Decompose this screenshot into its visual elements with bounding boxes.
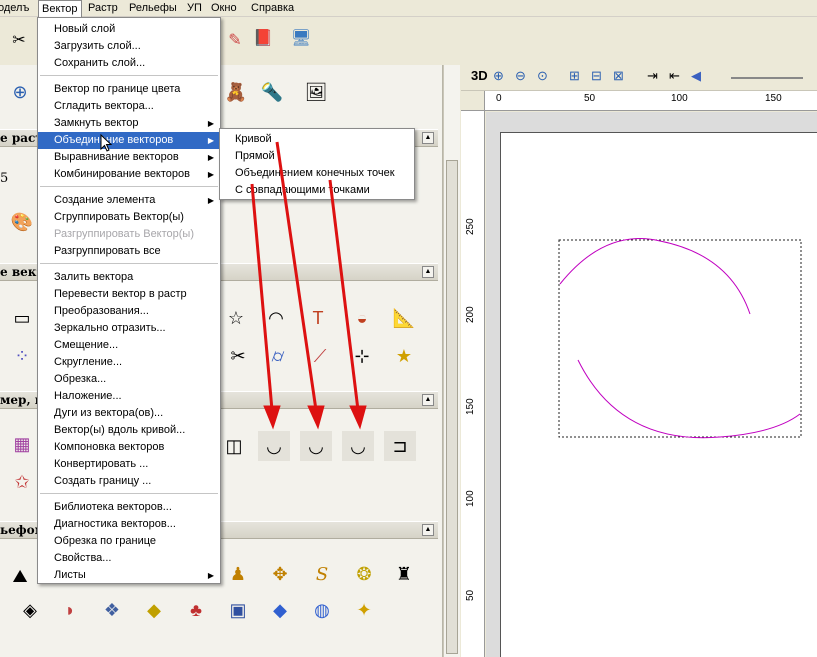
menu-item-create-element[interactable]: Создание элемента ▶	[38, 192, 220, 209]
menu-item-fillet[interactable]: Скругление...	[38, 354, 220, 371]
menu-item-align[interactable]: Выравнивание векторов ▶	[38, 149, 220, 166]
menu-item-to-raster[interactable]: Перевести вектор в растр	[38, 286, 220, 303]
menu-item-new-layer[interactable]: Новый слой	[38, 21, 220, 38]
join-vectors-submenu: Кривой Прямой Объединением конечных точе…	[219, 128, 415, 200]
submenu-arrow-icon: ▶	[207, 571, 214, 580]
menu-item-mirror[interactable]: Зеркально отразить...	[38, 320, 220, 337]
menu-item-trim[interactable]: Обрезка...	[38, 371, 220, 388]
menu-item-arcs[interactable]: Дуги из вектора(ов)...	[38, 405, 220, 422]
submenu-arrow-icon: ▶	[207, 119, 214, 128]
menu-item-library[interactable]: Библиотека векторов...	[38, 499, 220, 516]
submenu-item-coincident[interactable]: С совпадающими точками	[220, 182, 414, 199]
menu-item-combine[interactable]: Комбинирование векторов ▶	[38, 166, 220, 183]
menu-item-overlay[interactable]: Наложение...	[38, 388, 220, 405]
vector-menu: Новый слой Загрузить слой... Сохранить с…	[37, 17, 221, 584]
menu-item-close-vector[interactable]: Замкнуть вектор ▶	[38, 115, 220, 132]
menu-item-fill[interactable]: Залить вектора	[38, 269, 220, 286]
menu-item-convert[interactable]: Конвертировать ...	[38, 456, 220, 473]
arc-upper	[559, 238, 751, 315]
mouse-cursor-icon	[100, 134, 113, 152]
menu-item-boundary[interactable]: Создать границу ...	[38, 473, 220, 490]
submenu-item-curve[interactable]: Кривой	[220, 131, 414, 148]
submenu-item-line[interactable]: Прямой	[220, 148, 414, 165]
separator	[40, 263, 218, 264]
arc-lower	[577, 359, 801, 439]
separator	[40, 186, 218, 187]
menu-item-vector-by-color[interactable]: Вектор по границе цвета	[38, 81, 220, 98]
menu-item-load-layer[interactable]: Загрузить слой...	[38, 38, 220, 55]
selection-box	[558, 239, 802, 438]
submenu-item-endpoints[interactable]: Объединением конечных точек	[220, 165, 414, 182]
separator	[40, 493, 218, 494]
menu-item-transform[interactable]: Преобразования...	[38, 303, 220, 320]
menu-item-properties[interactable]: Свойства...	[38, 550, 220, 567]
menu-item-ungroup-all[interactable]: Разгруппировать все	[38, 243, 220, 260]
menu-item-diagnostics[interactable]: Диагностика векторов...	[38, 516, 220, 533]
submenu-arrow-icon: ▶	[207, 196, 214, 205]
menu-item-clip-boundary[interactable]: Обрезка по границе	[38, 533, 220, 550]
menu-item-nesting[interactable]: Компоновка векторов	[38, 439, 220, 456]
menu-item-offset[interactable]: Смещение...	[38, 337, 220, 354]
menu-item-group[interactable]: Сгруппировать Вектор(ы)	[38, 209, 220, 226]
submenu-arrow-icon: ▶	[207, 170, 214, 179]
submenu-arrow-icon: ▶	[207, 153, 214, 162]
separator	[40, 75, 218, 76]
menu-item-join-vectors[interactable]: Объединение векторов ▶	[38, 132, 220, 149]
submenu-arrow-icon: ▶	[207, 136, 214, 145]
menu-item-smooth[interactable]: Сгладить вектора...	[38, 98, 220, 115]
menu-item-sheets[interactable]: Листы ▶	[38, 567, 220, 584]
menu-item-along-curve[interactable]: Вектор(ы) вдоль кривой...	[38, 422, 220, 439]
menu-item-save-layer[interactable]: Сохранить слой...	[38, 55, 220, 72]
menu-item-ungroup: Разгруппировать Вектор(ы)	[54, 228, 195, 240]
